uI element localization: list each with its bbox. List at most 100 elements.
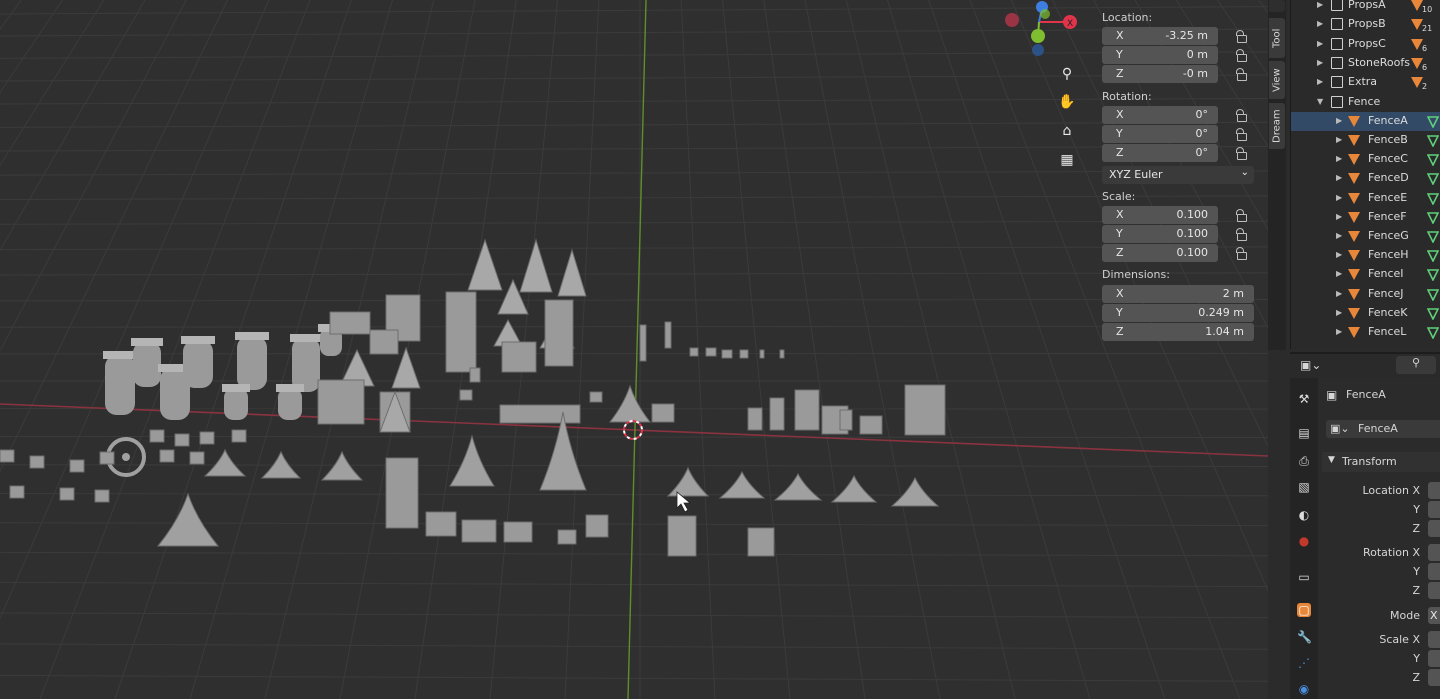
outliner-object-row[interactable]: ▶ FenceJ: [1291, 285, 1440, 304]
lock-icon[interactable]: [1235, 30, 1247, 43]
wall-model: [445, 291, 477, 373]
search-icon[interactable]: ⚲: [1396, 356, 1436, 374]
outliner-object-row[interactable]: ▶ FenceD: [1291, 169, 1440, 188]
transform-panel-header[interactable]: ▼ Transform: [1322, 452, 1440, 472]
chevron-right-icon[interactable]: ▶: [1336, 327, 1342, 336]
lock-icon[interactable]: [1235, 228, 1247, 241]
outliner-collection-row[interactable]: ▼ Fence: [1291, 93, 1440, 112]
scene-icon[interactable]: ◐: [1297, 508, 1311, 522]
outliner-object-row[interactable]: ▶ FenceK: [1291, 304, 1440, 323]
rotation-y-field[interactable]: Y 0°: [1102, 125, 1218, 143]
render-icon[interactable]: ▤: [1297, 426, 1311, 440]
tab-view[interactable]: View: [1269, 61, 1285, 99]
view-layer-icon[interactable]: ▧: [1297, 480, 1311, 494]
grid-line: [0, 435, 1268, 439]
chevron-right-icon[interactable]: ▶: [1336, 154, 1342, 163]
chevron-right-icon[interactable]: ▶: [1317, 77, 1323, 86]
outliner-collection-row[interactable]: ▶ Extra 2: [1291, 73, 1440, 92]
editor-type-icon[interactable]: ▣⌄: [1300, 358, 1321, 372]
lock-icon[interactable]: [1235, 147, 1247, 160]
chevron-right-icon[interactable]: ▶: [1336, 173, 1342, 182]
outliner-object-row[interactable]: ▶ FenceB: [1291, 131, 1440, 150]
outliner-object-row[interactable]: ▶ FenceL: [1291, 323, 1440, 342]
lock-icon[interactable]: [1235, 128, 1247, 141]
collection-label: PropsC: [1348, 36, 1386, 50]
outliner-collection-row[interactable]: ▶ StoneRoofs 6: [1291, 54, 1440, 73]
chevron-right-icon[interactable]: ▶: [1336, 116, 1342, 125]
hand-pan-icon[interactable]: ✋: [1055, 90, 1079, 114]
object-icon[interactable]: ▢: [1297, 603, 1311, 617]
scale-x-field[interactable]: [1428, 631, 1440, 648]
scale-z-field[interactable]: [1428, 669, 1440, 686]
physics-icon[interactable]: ◉: [1297, 682, 1311, 696]
chevron-right-icon[interactable]: ▶: [1317, 39, 1323, 48]
rotation-mode-field[interactable]: X: [1428, 607, 1440, 624]
outliner-object-row[interactable]: ▶ FenceF: [1291, 208, 1440, 227]
outliner-object-row[interactable]: ▶ FenceG: [1291, 227, 1440, 246]
chevron-right-icon[interactable]: ▶: [1336, 135, 1342, 144]
chevron-right-icon[interactable]: ▶: [1336, 250, 1342, 259]
zoom-icon[interactable]: ⚲: [1055, 62, 1079, 86]
scale-y-field[interactable]: [1428, 650, 1440, 667]
dimensions-y-field[interactable]: Y 0.249 m: [1102, 304, 1254, 322]
chevron-right-icon[interactable]: ▶: [1336, 269, 1342, 278]
outliner-object-row[interactable]: ▶ FenceA: [1291, 111, 1440, 131]
location-y-field[interactable]: [1428, 501, 1440, 518]
outliner-object-row[interactable]: ▶ FenceC: [1291, 150, 1440, 169]
lock-icon[interactable]: [1235, 247, 1247, 260]
chevron-right-icon[interactable]: ▶: [1317, 0, 1323, 9]
world-icon[interactable]: ●: [1297, 534, 1311, 548]
collection-icon[interactable]: ▭: [1297, 570, 1311, 584]
navigation-gizmo[interactable]: X: [1000, 0, 1080, 56]
lock-icon[interactable]: [1235, 68, 1247, 81]
outliner-collection-row[interactable]: ▶ PropsC 6: [1291, 35, 1440, 54]
chevron-right-icon[interactable]: ▶: [1336, 289, 1342, 298]
outliner-object-row[interactable]: ▶ FenceE: [1291, 189, 1440, 208]
chevron-right-icon[interactable]: ▶: [1336, 193, 1342, 202]
datablock-selector[interactable]: ▣⌄ FenceA: [1326, 420, 1440, 438]
scale-x-field[interactable]: X 0.100: [1102, 206, 1218, 224]
chevron-down-icon[interactable]: ▼: [1317, 97, 1323, 106]
lock-icon[interactable]: [1235, 49, 1247, 62]
outliner-collection-row[interactable]: ▶ PropsA 10: [1291, 0, 1440, 15]
perspective-grid-icon[interactable]: ▦: [1055, 148, 1079, 172]
mesh-count: 2: [1422, 82, 1428, 92]
rotation-x-field[interactable]: X 0°: [1102, 106, 1218, 124]
dimensions-x-field[interactable]: X2 m: [1102, 285, 1254, 303]
rotation-y-field[interactable]: [1428, 563, 1440, 580]
rotation-z-field[interactable]: [1428, 582, 1440, 599]
location-x-field[interactable]: X -3.25 m: [1102, 27, 1218, 45]
rotation-mode-select[interactable]: XYZ Euler ⌄: [1102, 166, 1254, 184]
location-y-field[interactable]: Y0 m: [1102, 46, 1218, 64]
rotation-z-field[interactable]: Z 0°: [1102, 144, 1218, 162]
outliner-object-row[interactable]: ▶ FenceH: [1291, 246, 1440, 265]
chevron-right-icon[interactable]: ▶: [1336, 212, 1342, 221]
outliner-collection-row[interactable]: ▶ PropsB 21: [1291, 15, 1440, 34]
tool-icon[interactable]: ⚒: [1297, 392, 1311, 406]
outliner-object-row[interactable]: ▶ FenceI: [1291, 265, 1440, 284]
rotation-x-field[interactable]: [1428, 544, 1440, 561]
location-z-field[interactable]: [1428, 520, 1440, 537]
scale-z-field[interactable]: Z 0.100: [1102, 244, 1218, 262]
wall-model: [231, 429, 247, 443]
chevron-right-icon[interactable]: ▶: [1317, 19, 1323, 28]
particles-icon[interactable]: ⋰: [1297, 656, 1311, 670]
camera-icon[interactable]: ⌂: [1055, 119, 1079, 143]
location-x-field[interactable]: [1428, 482, 1440, 499]
lock-icon[interactable]: [1235, 109, 1247, 122]
tab-tool[interactable]: Tool: [1269, 18, 1285, 58]
tab-dream[interactable]: Dream: [1269, 103, 1285, 149]
dimensions-z-field[interactable]: Z 1.04 m: [1102, 323, 1254, 341]
scale-y-field[interactable]: Y 0.100: [1102, 225, 1218, 243]
chevron-right-icon[interactable]: ▶: [1317, 58, 1323, 67]
wall-model: [503, 521, 533, 543]
lock-icon[interactable]: [1235, 209, 1247, 222]
tab-item[interactable]: [1269, 0, 1285, 12]
output-icon[interactable]: ⎙: [1297, 454, 1311, 468]
modifier-wrench-icon[interactable]: 🔧: [1297, 630, 1312, 644]
chevron-right-icon[interactable]: ▶: [1336, 231, 1342, 240]
3d-viewport[interactable]: X ⚲ ✋ ⌂ ▦: [0, 0, 1268, 699]
location-z-field[interactable]: Z -0 m: [1102, 65, 1218, 83]
wall-model: [557, 529, 577, 545]
chevron-right-icon[interactable]: ▶: [1336, 308, 1342, 317]
